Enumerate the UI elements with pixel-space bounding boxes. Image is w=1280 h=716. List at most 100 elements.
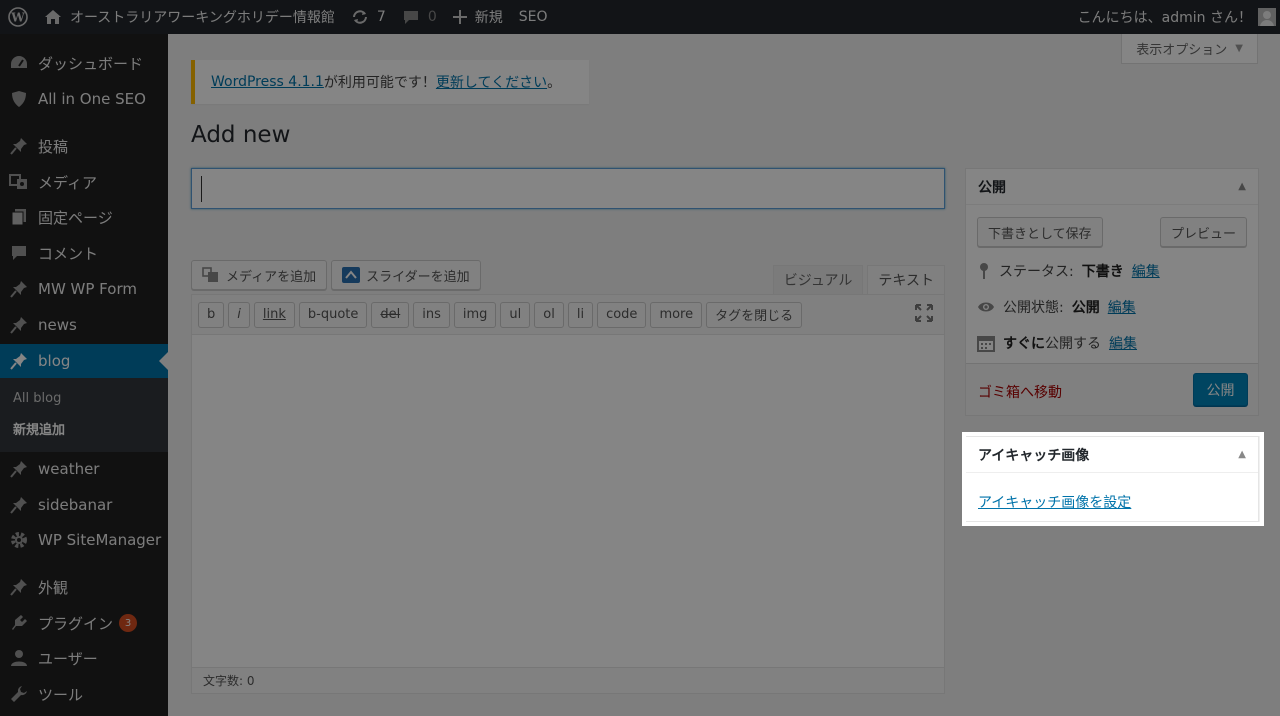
text-cursor bbox=[201, 176, 202, 202]
edit-schedule-link[interactable]: 編集 bbox=[1109, 333, 1137, 353]
sidebar-item-dashboard[interactable]: ダッシュボード bbox=[0, 46, 168, 80]
sidebar-item-plugins[interactable]: プラグイン 3 bbox=[0, 606, 168, 640]
wordpress-logo-icon[interactable]: W bbox=[0, 0, 36, 34]
qt-ins-button[interactable]: ins bbox=[413, 301, 450, 328]
screen-options-label: 表示オプション bbox=[1136, 43, 1228, 58]
set-featured-image-link[interactable]: アイキャッチ画像を設定 bbox=[978, 492, 1131, 512]
home-icon bbox=[45, 10, 61, 24]
caret-down-icon: ▼ bbox=[1235, 43, 1243, 54]
plugin-update-badge: 3 bbox=[119, 614, 138, 632]
qt-code-button[interactable]: code bbox=[597, 301, 647, 328]
publish-box-header[interactable]: 公開 ▲ bbox=[966, 169, 1258, 205]
qt-close-tags-button[interactable]: タグを閉じる bbox=[706, 301, 803, 328]
post-status-row: ステータス: 下書き 編集 bbox=[977, 261, 1160, 281]
qt-ol-button[interactable]: ol bbox=[534, 301, 564, 328]
updates-link[interactable]: 7 bbox=[343, 0, 394, 34]
visibility-row: 公開状態: 公開 編集 bbox=[977, 297, 1136, 317]
site-name: オーストラリアワーキングホリデー情報館 bbox=[70, 10, 335, 26]
pin-icon bbox=[0, 308, 38, 342]
add-slider-button[interactable]: スライダーを追加 bbox=[331, 260, 481, 290]
sidebar-item-appearance[interactable]: 外観 bbox=[0, 570, 168, 604]
featured-box-title: アイキャッチ画像 bbox=[978, 447, 1090, 464]
post-content-editor[interactable]: b i link b-quote del ins img ul ol li co… bbox=[191, 294, 945, 694]
comments-link[interactable]: 0 bbox=[394, 0, 445, 34]
sidebar-item-blog[interactable]: blog bbox=[0, 344, 168, 378]
dashboard-icon bbox=[0, 46, 38, 80]
featured-box-header[interactable]: アイキャッチ画像 ▲ bbox=[966, 437, 1258, 473]
sidebar-item-label: MW WP Form bbox=[38, 280, 137, 298]
add-slider-label: スライダーを追加 bbox=[366, 269, 470, 285]
add-media-label: メディアを追加 bbox=[226, 269, 317, 285]
update-now-link[interactable]: 更新してください bbox=[436, 72, 547, 92]
screen-options-button[interactable]: 表示オプション ▼ bbox=[1121, 34, 1258, 64]
qt-ul-button[interactable]: ul bbox=[500, 301, 531, 328]
sidebar-item-label: WP SiteManager bbox=[38, 531, 162, 549]
sidebar-item-media[interactable]: メディア bbox=[0, 165, 168, 199]
sidebar-item-label: ユーザー bbox=[38, 649, 98, 668]
qt-bold-button[interactable]: b bbox=[198, 301, 225, 328]
publish-button[interactable]: 公開 bbox=[1193, 373, 1248, 406]
sidebar-item-all-in-one-seo[interactable]: All in One SEO bbox=[0, 82, 168, 116]
updates-count: 7 bbox=[376, 9, 386, 25]
pin-icon bbox=[0, 344, 38, 378]
sidebar-item-sidebanar[interactable]: sidebanar bbox=[0, 488, 168, 522]
tab-text[interactable]: テキスト bbox=[867, 265, 945, 294]
qt-italic-button[interactable]: i bbox=[228, 301, 250, 328]
sidebar-item-label: ダッシュボード bbox=[38, 54, 144, 73]
qt-more-button[interactable]: more bbox=[650, 301, 703, 328]
schedule-bold: すぐに bbox=[1003, 336, 1045, 352]
seo-menu[interactable]: SEO bbox=[511, 0, 556, 34]
comment-bubble-icon bbox=[403, 11, 418, 24]
edit-status-link[interactable]: 編集 bbox=[1132, 261, 1160, 281]
qt-blockquote-button[interactable]: b-quote bbox=[298, 301, 368, 328]
qt-del-button[interactable]: del bbox=[371, 301, 410, 328]
new-content-link[interactable]: 新規 bbox=[445, 0, 511, 34]
publish-actions: 下書きとして保存 プレビュー bbox=[977, 217, 1247, 247]
sidebar-item-users[interactable]: ユーザー bbox=[0, 641, 168, 675]
post-title-input[interactable] bbox=[191, 168, 945, 209]
plugin-icon bbox=[0, 606, 38, 640]
visibility-value: 公開 bbox=[1071, 300, 1100, 316]
collapse-arrow-icon[interactable]: ▲ bbox=[1238, 181, 1246, 192]
sidebar-item-label: プラグイン bbox=[38, 614, 114, 633]
plus-icon bbox=[452, 10, 467, 24]
calendar-icon bbox=[977, 336, 995, 352]
tab-visual[interactable]: ビジュアル bbox=[772, 265, 864, 294]
comments-count: 0 bbox=[427, 9, 437, 25]
new-label: 新規 bbox=[474, 10, 503, 26]
preview-button[interactable]: プレビュー bbox=[1159, 217, 1247, 247]
appearance-icon bbox=[0, 570, 38, 604]
sidebar-item-news[interactable]: news bbox=[0, 308, 168, 342]
version-link[interactable]: WordPress 4.1.1 bbox=[211, 74, 324, 90]
gear-icon bbox=[0, 523, 38, 557]
sidebar-item-tools[interactable]: ツール bbox=[0, 677, 168, 711]
refresh-icon bbox=[352, 10, 367, 24]
fullscreen-icon[interactable] bbox=[914, 303, 934, 323]
qt-img-button[interactable]: img bbox=[453, 301, 497, 328]
main-content: 表示オプション ▼ WordPress 4.1.1 が利用可能です！ 更新してく… bbox=[168, 34, 1280, 716]
save-draft-button[interactable]: 下書きとして保存 bbox=[977, 217, 1103, 247]
qt-li-button[interactable]: li bbox=[567, 301, 594, 328]
editor-tabs: ビジュアル テキスト bbox=[772, 265, 945, 294]
sidebar-item-weather[interactable]: weather bbox=[0, 452, 168, 486]
edit-visibility-link[interactable]: 編集 bbox=[1108, 297, 1136, 317]
submenu-item-add-new[interactable]: 新規追加 bbox=[13, 419, 65, 438]
qt-link-button[interactable]: link bbox=[253, 301, 295, 328]
status-value: 下書き bbox=[1081, 264, 1124, 280]
sidebar-item-pages[interactable]: 固定ページ bbox=[0, 200, 168, 234]
sidebar-item-label: 固定ページ bbox=[38, 208, 113, 227]
sidebar-item-comments[interactable]: コメント bbox=[0, 236, 168, 270]
notice-end: 。 bbox=[547, 75, 562, 91]
sidebar-item-label: ツール bbox=[38, 685, 84, 704]
sidebar-item-posts[interactable]: 投稿 bbox=[0, 129, 168, 163]
site-name-link[interactable]: オーストラリアワーキングホリデー情報館 bbox=[36, 0, 343, 34]
sidebar-item-wp-sitemanager[interactable]: WP SiteManager bbox=[0, 523, 168, 557]
status-label: ステータス: bbox=[999, 264, 1074, 280]
collapse-arrow-icon[interactable]: ▲ bbox=[1238, 449, 1246, 460]
sidebar-item-mw-wp-form[interactable]: MW WP Form bbox=[0, 272, 168, 306]
submenu-item-all-blog[interactable]: All blog bbox=[13, 391, 61, 406]
move-to-trash-link[interactable]: ゴミ箱へ移動 bbox=[978, 382, 1062, 402]
add-media-button[interactable]: メディアを追加 bbox=[191, 260, 328, 290]
sidebar-item-label: コメント bbox=[38, 244, 99, 263]
account-menu[interactable]: こんにちは、admin さん！ bbox=[1070, 0, 1280, 34]
